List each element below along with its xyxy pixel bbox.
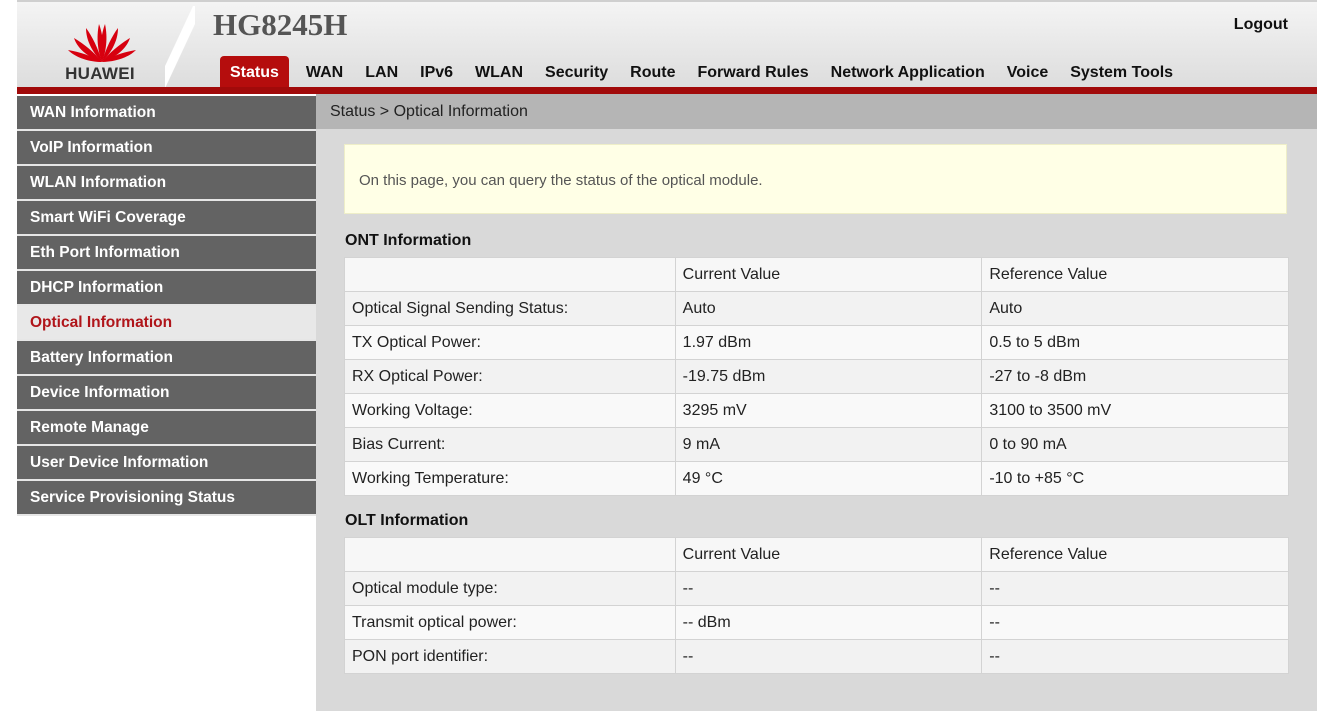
table-cell-current: 49 °C [674, 461, 983, 496]
router-admin-page: HUAWEI HG8245H Logout Status WAN LAN IPv… [17, 0, 1317, 711]
table-cell-label: PON port identifier: [344, 639, 676, 674]
nav-tab-security[interactable]: Security [534, 56, 619, 90]
sidebar-menu: WAN Information VoIP Information WLAN In… [17, 96, 316, 516]
page-notice: On this page, you can query the status o… [344, 144, 1287, 214]
nav-tab-wan[interactable]: WAN [295, 56, 354, 90]
table-cell-reference: -10 to +85 °C [981, 461, 1289, 496]
nav-tab-status[interactable]: Status [220, 56, 289, 90]
header-divider [165, 6, 195, 90]
device-model-title: HG8245H [213, 7, 348, 42]
table-cell-label: Transmit optical power: [344, 605, 676, 640]
sidebar-item-battery-information[interactable]: Battery Information [17, 341, 316, 376]
nav-tab-wlan[interactable]: WLAN [464, 56, 534, 90]
nav-tab-network-application[interactable]: Network Application [820, 56, 996, 90]
table-cell-current: -- [674, 571, 983, 606]
nav-tab-voice[interactable]: Voice [996, 56, 1060, 90]
table-row: PON port identifier: -- -- [344, 639, 1289, 674]
table-cell-current: -19.75 dBm [674, 359, 983, 394]
table-row: Optical Signal Sending Status: Auto Auto [344, 291, 1289, 326]
header-accent-line [17, 87, 1317, 94]
table-cell-current: 1.97 dBm [674, 325, 983, 360]
sidebar-item-remote-manage[interactable]: Remote Manage [17, 411, 316, 446]
table-row: Working Voltage: 3295 mV 3100 to 3500 mV [344, 393, 1289, 428]
ont-info-table: Current Value Reference Value Optical Si… [344, 257, 1289, 496]
nav-tab-route[interactable]: Route [619, 56, 686, 90]
sidebar-item-eth-port-information[interactable]: Eth Port Information [17, 236, 316, 271]
table-header-cell: Current Value [674, 257, 983, 292]
sidebar-item-smart-wifi-coverage[interactable]: Smart WiFi Coverage [17, 201, 316, 236]
table-cell-label: Bias Current: [344, 427, 676, 462]
breadcrumb: Status > Optical Information [316, 94, 1317, 129]
table-cell-reference: 0.5 to 5 dBm [981, 325, 1289, 360]
table-row: Working Temperature: 49 °C -10 to +85 °C [344, 461, 1289, 496]
table-cell-reference: 0 to 90 mA [981, 427, 1289, 462]
sidebar-item-user-device-information[interactable]: User Device Information [17, 446, 316, 481]
table-cell-reference: -- [981, 571, 1289, 606]
table-header-cell [344, 257, 676, 292]
table-row: RX Optical Power: -19.75 dBm -27 to -8 d… [344, 359, 1289, 394]
sidebar-item-optical-information[interactable]: Optical Information [17, 306, 316, 341]
table-cell-reference: -27 to -8 dBm [981, 359, 1289, 394]
table-header-cell: Reference Value [981, 257, 1289, 292]
ont-section-title: ONT Information [345, 232, 472, 249]
table-cell-reference: -- [981, 639, 1289, 674]
sidebar-item-voip-information[interactable]: VoIP Information [17, 131, 316, 166]
header-bar: HUAWEI HG8245H Logout Status WAN LAN IPv… [17, 0, 1317, 90]
table-row: TX Optical Power: 1.97 dBm 0.5 to 5 dBm [344, 325, 1289, 360]
content-panel: Status > Optical Information On this pag… [316, 94, 1317, 711]
table-cell-current: -- dBm [674, 605, 983, 640]
sidebar-item-wan-information[interactable]: WAN Information [17, 96, 316, 131]
nav-tab-system-tools[interactable]: System Tools [1059, 56, 1184, 90]
olt-section-title: OLT Information [345, 512, 469, 529]
table-header-row: Current Value Reference Value [344, 257, 1289, 292]
nav-tab-forward-rules[interactable]: Forward Rules [687, 56, 820, 90]
table-row: Transmit optical power: -- dBm -- [344, 605, 1289, 640]
table-cell-reference: 3100 to 3500 mV [981, 393, 1289, 428]
table-row: Optical module type: -- -- [344, 571, 1289, 606]
logout-button[interactable]: Logout [1234, 16, 1288, 34]
table-cell-label: RX Optical Power: [344, 359, 676, 394]
table-cell-current: 3295 mV [674, 393, 983, 428]
sidebar-item-service-provisioning-status[interactable]: Service Provisioning Status [17, 481, 316, 516]
brand-name: HUAWEI [65, 64, 135, 83]
main-nav: Status WAN LAN IPv6 WLAN Security Route … [220, 56, 1184, 90]
table-cell-label: Optical Signal Sending Status: [344, 291, 676, 326]
table-header-row: Current Value Reference Value [344, 537, 1289, 572]
table-cell-current: 9 mA [674, 427, 983, 462]
table-header-cell: Current Value [674, 537, 983, 572]
nav-tab-ipv6[interactable]: IPv6 [409, 56, 464, 90]
sidebar-item-device-information[interactable]: Device Information [17, 376, 316, 411]
nav-tab-lan[interactable]: LAN [354, 56, 409, 90]
table-header-cell [344, 537, 676, 572]
table-cell-reference: Auto [981, 291, 1289, 326]
table-cell-current: Auto [674, 291, 983, 326]
sidebar-item-dhcp-information[interactable]: DHCP Information [17, 271, 316, 306]
notice-text: On this page, you can query the status o… [359, 172, 763, 189]
table-cell-label: Working Temperature: [344, 461, 676, 496]
table-cell-label: Optical module type: [344, 571, 676, 606]
olt-info-table: Current Value Reference Value Optical mo… [344, 537, 1289, 674]
table-cell-reference: -- [981, 605, 1289, 640]
table-cell-label: Working Voltage: [344, 393, 676, 428]
table-cell-label: TX Optical Power: [344, 325, 676, 360]
table-cell-current: -- [674, 639, 983, 674]
table-header-cell: Reference Value [981, 537, 1289, 572]
sidebar-item-wlan-information[interactable]: WLAN Information [17, 166, 316, 201]
table-row: Bias Current: 9 mA 0 to 90 mA [344, 427, 1289, 462]
